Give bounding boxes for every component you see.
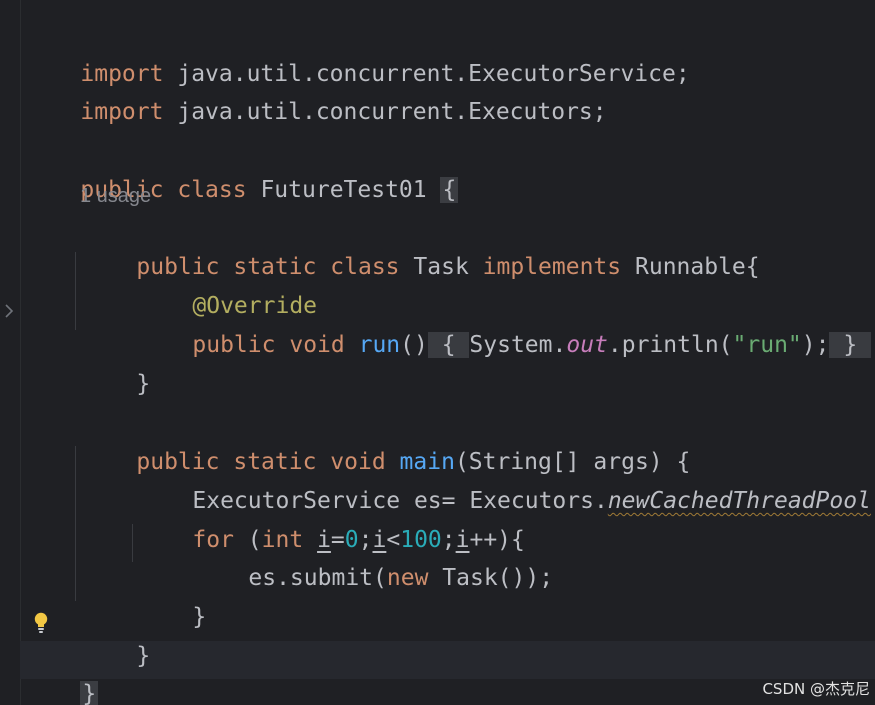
code-line-task-class[interactable]: public static class Task implements Runn… — [81, 216, 759, 280]
call-end: (); — [871, 488, 875, 514]
keyword-class: class — [330, 254, 400, 280]
task-constructor-call: Task()); — [442, 565, 554, 591]
code-line-run-method[interactable]: public void run() { System.out.println("… — [137, 294, 872, 358]
statement-end: ); — [801, 332, 830, 358]
out-field: out — [566, 332, 608, 358]
gutter-divider — [20, 0, 21, 705]
folded-region-close[interactable]: } — [829, 332, 872, 358]
new-cached-thread-pool-call[interactable]: newCachedThreadPool — [608, 488, 871, 514]
task-class-name: Task — [413, 254, 469, 280]
matched-brace: { — [440, 177, 459, 203]
indent-guide — [75, 252, 76, 330]
keyword-public: public — [192, 332, 276, 358]
code-line-main-close[interactable]: } — [81, 605, 150, 669]
close-brace: } — [136, 371, 151, 397]
code-line-for-close[interactable]: } — [137, 566, 206, 630]
code-line-for-loop[interactable]: for (int i=0;i<100;i++){ — [137, 489, 524, 553]
close-brace: } — [136, 643, 151, 669]
fold-open-brace: { — [441, 332, 456, 358]
close-brace: } — [192, 604, 207, 630]
code-line-submit[interactable]: es.submit(new Task()); — [193, 527, 553, 591]
code-line-class-decl[interactable]: public class FutureTest01 { — [25, 139, 459, 203]
import-path: java.util.concurrent.Executors; — [177, 99, 607, 125]
system-ref: System. — [469, 332, 567, 358]
code-line-main-decl[interactable]: public static void main(String[] args) { — [81, 411, 690, 475]
fold-close-brace: } — [843, 332, 858, 358]
keyword-new: new — [386, 565, 429, 591]
code-line-executor[interactable]: ExecutorService es= Executors.newCachedT… — [137, 450, 875, 514]
code-line-import-1[interactable]: import java.util.concurrent.ExecutorServ… — [25, 23, 689, 87]
keyword-class: class — [177, 177, 247, 203]
keyword-implements: implements — [482, 254, 622, 280]
run-parens: () — [400, 332, 428, 358]
indent-guide — [132, 524, 133, 562]
code-line-class-close[interactable]: } — [25, 643, 99, 705]
keyword-import: import — [80, 99, 164, 125]
runnable-interface: Runnable{ — [635, 254, 760, 280]
lightbulb-icon[interactable] — [32, 611, 50, 635]
folded-region-open[interactable]: { — [427, 332, 470, 358]
watermark: CSDN @杰克尼 — [762, 680, 870, 698]
usage-hint[interactable]: 1 usage — [80, 180, 151, 212]
println-call: .println( — [607, 332, 733, 358]
code-line-task-close[interactable]: } — [81, 333, 150, 397]
code-editor[interactable]: import java.util.concurrent.ExecutorServ… — [0, 0, 875, 705]
class-name: FutureTest01 — [260, 177, 427, 203]
submit-call: es.submit( — [248, 565, 387, 591]
matched-brace: } — [80, 681, 99, 705]
run-method-name: run — [358, 332, 401, 358]
code-line-override[interactable]: @Override — [137, 255, 317, 319]
keyword-void: void — [289, 332, 345, 358]
chevron-right-icon[interactable] — [3, 300, 15, 322]
run-string: "run" — [732, 332, 802, 358]
indent-guide — [75, 446, 76, 601]
code-line-import-2[interactable]: import java.util.concurrent.Executors; — [25, 61, 606, 125]
